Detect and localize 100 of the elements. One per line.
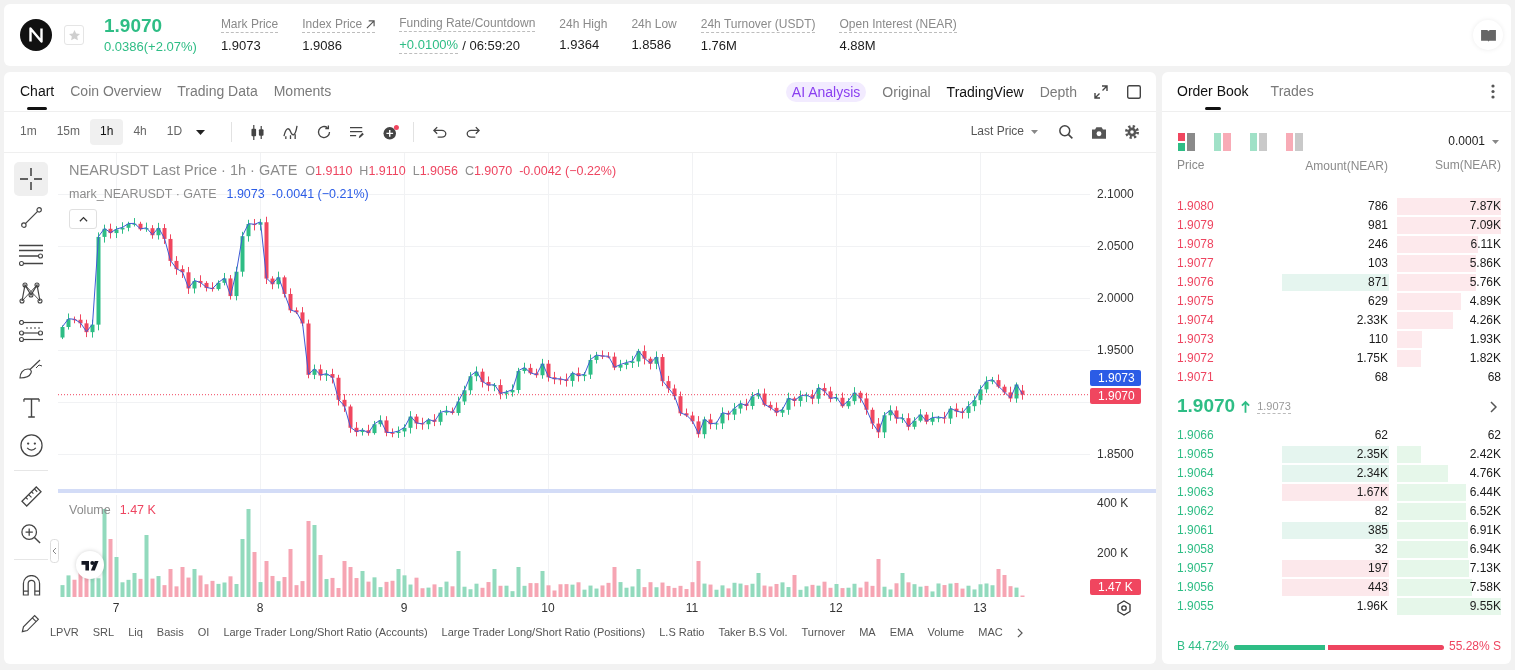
search-icon[interactable] [1059, 125, 1073, 139]
bid-price[interactable]: 1.9064 [1177, 465, 1214, 480]
brush-icon [19, 359, 43, 379]
bid-price[interactable]: 1.9062 [1177, 503, 1214, 518]
stat-link[interactable]: Index Price [302, 16, 376, 33]
indicator-tab[interactable]: Volume [927, 625, 965, 640]
add-indicator-icon[interactable] [383, 124, 400, 140]
ask-price[interactable]: 1.9075 [1177, 293, 1214, 308]
pencil-icon [21, 613, 41, 633]
indicator-tab[interactable]: LPVR [50, 625, 79, 640]
indicator-tab[interactable]: MAC [978, 625, 1003, 640]
bid-price[interactable]: 1.9066 [1177, 427, 1214, 442]
caret-down-icon[interactable] [196, 129, 206, 135]
mark-legend-title: mark_NEARUSDT · GATE [69, 186, 217, 203]
undo-icon[interactable] [433, 126, 448, 138]
chart-view-tab[interactable]: Original [882, 81, 931, 102]
chart-tab[interactable]: Chart [20, 72, 55, 111]
indicator-tab[interactable]: Basis [156, 625, 184, 640]
precision-select[interactable]: 0.0001 [1448, 134, 1499, 150]
ask-price[interactable]: 1.9078 [1177, 236, 1214, 251]
smiley-icon [19, 433, 43, 457]
hexagon-settings-icon[interactable] [1116, 600, 1132, 616]
interval-button[interactable]: 1D [156, 119, 193, 145]
ask-sum: 5.86K [1469, 255, 1501, 272]
ask-sum: 7.09K [1469, 217, 1501, 234]
bid-price[interactable]: 1.9065 [1177, 446, 1214, 461]
chevron-right-icon[interactable] [1016, 627, 1023, 638]
mark-price-value: 1.9073 [226, 186, 265, 203]
more-options-icon[interactable] [1491, 84, 1495, 99]
chart-tab[interactable]: Trading Data [177, 72, 258, 111]
caret-down-icon [1492, 140, 1499, 144]
interval-button[interactable]: 1m [10, 119, 47, 145]
bid-price[interactable]: 1.9058 [1177, 541, 1214, 556]
indicator-tab[interactable]: EMA [889, 625, 914, 640]
indicator-tab[interactable]: OI [197, 625, 210, 640]
indicator-tab[interactable]: Large Trader Long/Short Ratio (Accounts) [223, 625, 428, 640]
indicator-tab[interactable]: L.S Ratio [659, 625, 705, 640]
collapse-handle-icon[interactable] [50, 539, 59, 563]
book-button[interactable] [1473, 20, 1503, 50]
volume-axis-label: 400 K [1097, 495, 1129, 511]
ask-sum: 4.26K [1469, 312, 1501, 329]
ask-price[interactable]: 1.9073 [1177, 331, 1214, 346]
chart-view-tab[interactable]: Depth [1039, 81, 1077, 102]
chart-tab[interactable]: Coin Overview [70, 72, 162, 111]
price-change: 0.0386(+2.07%) [104, 38, 197, 55]
price-source-select[interactable]: Last Price [970, 124, 1038, 140]
interval-button[interactable]: 4h [123, 119, 157, 145]
ask-price[interactable]: 1.9074 [1177, 312, 1214, 327]
ask-price[interactable]: 1.9077 [1177, 255, 1214, 270]
ask-price[interactable]: 1.9076 [1177, 274, 1214, 289]
stat-value: 1.8586 [631, 36, 672, 53]
stat-value: +0.0100% [399, 36, 459, 54]
ruler-icon [20, 485, 42, 507]
candles-icon[interactable] [251, 124, 265, 140]
ask-sum: 6.11K [1470, 236, 1501, 253]
stat-label: Open Interest (NEAR) [839, 16, 957, 33]
ai-analysis-button[interactable]: AI Analysis [785, 81, 867, 102]
legend-toggle-button[interactable] [69, 209, 97, 229]
column-header: Sum(NEAR) [1435, 158, 1501, 173]
fullscreen-icon[interactable] [1094, 84, 1108, 99]
indicator-tab[interactable]: Large Trader Long/Short Ratio (Positions) [441, 625, 646, 640]
order-book-tab[interactable]: Trades [1270, 72, 1314, 111]
interval-button[interactable]: 15m [46, 119, 90, 145]
ask-price[interactable]: 1.9079 [1177, 217, 1214, 232]
column-header: Amount(NEAR) [1305, 158, 1388, 173]
ask-price[interactable]: 1.9071 [1177, 369, 1214, 384]
indicator-tab[interactable]: Liq [128, 625, 143, 640]
bid-sum: 6.94K [1469, 541, 1501, 558]
chart-tab[interactable]: Moments [273, 72, 332, 111]
time-axis-label: 10 [541, 600, 555, 616]
chart-view-tab[interactable]: TradingView [946, 81, 1024, 102]
ask-amount: 103 [1366, 255, 1389, 272]
indicator-tab[interactable]: Taker B.S Vol. [718, 625, 788, 640]
replay-icon[interactable] [317, 125, 332, 139]
chevron-right-icon[interactable] [1490, 400, 1497, 413]
templates-icon[interactable] [350, 125, 365, 139]
sell-ratio-text: 55.28% S [1448, 639, 1501, 655]
bid-price[interactable]: 1.9063 [1177, 484, 1214, 499]
bid-price[interactable]: 1.9061 [1177, 522, 1214, 537]
bid-price[interactable]: 1.9057 [1177, 560, 1214, 575]
price-axis-label: 1.9500 [1097, 342, 1134, 358]
indicators-icon[interactable] [283, 125, 299, 139]
order-book-tab[interactable]: Order Book [1177, 72, 1249, 111]
zigzag-pattern-icon [19, 282, 43, 304]
bid-amount: 443 [1282, 579, 1389, 596]
indicator-tab[interactable]: MA [859, 625, 876, 640]
settings-icon[interactable] [1125, 125, 1139, 139]
ask-price[interactable]: 1.9080 [1177, 198, 1214, 213]
interval-button[interactable]: 1h [90, 119, 124, 145]
bid-price[interactable]: 1.9055 [1177, 598, 1214, 613]
both-sides-layout-icon[interactable] [1178, 133, 1195, 151]
bid-price[interactable]: 1.9056 [1177, 579, 1214, 594]
crosshair-tool[interactable] [14, 162, 48, 196]
indicator-tab[interactable]: Turnover [801, 625, 846, 640]
volume-legend-title: Volume [69, 502, 111, 519]
square-icon[interactable] [1127, 84, 1141, 99]
ask-price[interactable]: 1.9072 [1177, 350, 1214, 365]
camera-icon[interactable] [1092, 125, 1106, 139]
indicator-tab[interactable]: SRL [92, 625, 115, 640]
redo-icon[interactable] [466, 126, 481, 138]
